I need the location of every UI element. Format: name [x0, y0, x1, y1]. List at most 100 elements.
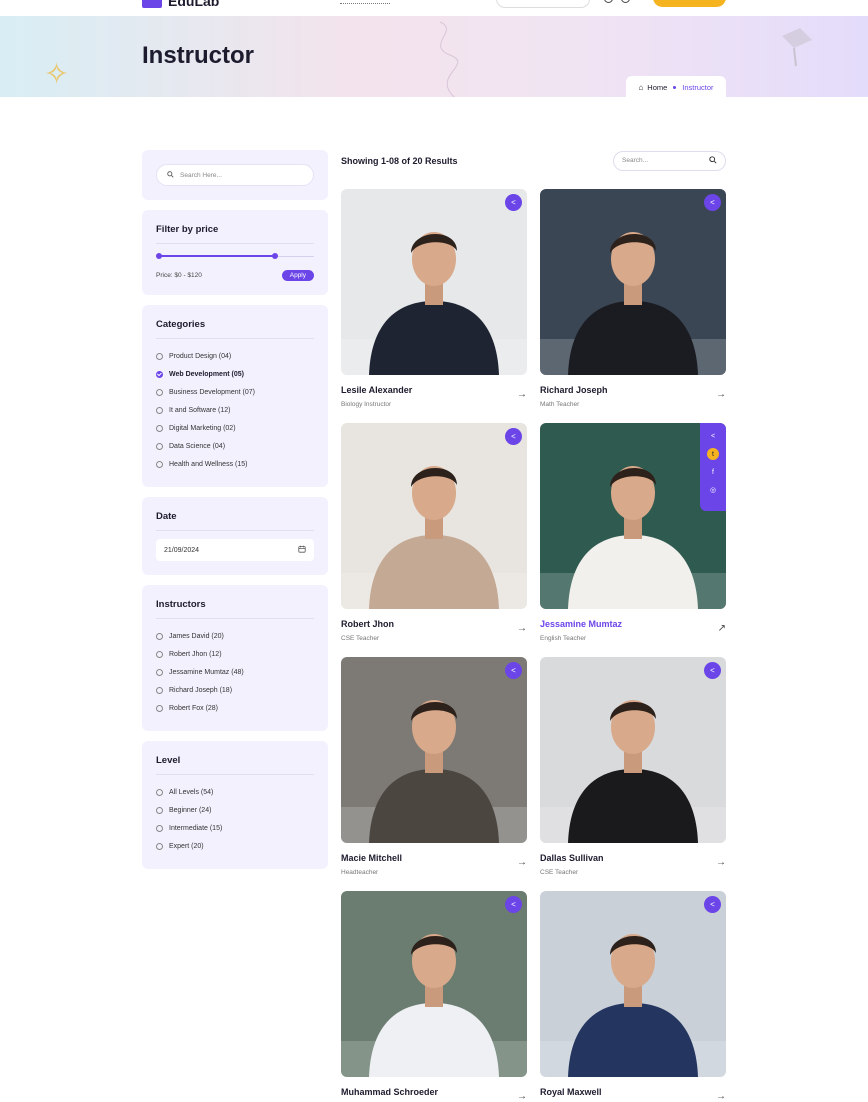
apply-button[interactable]: Apply — [281, 270, 314, 281]
instructor-card[interactable]: < Royal Maxwell → — [540, 891, 726, 1102]
level-title: Level — [156, 755, 314, 775]
instructor-photo[interactable]: < — [341, 189, 527, 375]
category-item[interactable]: It and Software (12) — [156, 401, 314, 419]
top-search-input[interactable] — [496, 0, 590, 8]
instructor-card[interactable]: < t f ◎ Jessamine Mumtaz English Teacher ↗ — [540, 423, 726, 642]
category-item-label: It and Software (12) — [169, 406, 231, 414]
level-item[interactable]: Intermediate (15) — [156, 819, 314, 837]
home-icon: ⌂ — [638, 82, 644, 92]
radio-icon[interactable] — [156, 424, 163, 432]
instructor-photo[interactable]: < — [540, 657, 726, 843]
instructor-photo[interactable]: < — [540, 189, 726, 375]
calendar-icon[interactable] — [298, 545, 306, 555]
instructor-card[interactable]: < Muhammad Schroeder → — [341, 891, 527, 1102]
instructor-filter-item[interactable]: Robert Jhon (12) — [156, 645, 314, 663]
instructor-photo[interactable]: < — [540, 891, 726, 1077]
top-icons — [604, 0, 630, 3]
radio-icon[interactable] — [156, 704, 163, 712]
category-item[interactable]: Business Development (07) — [156, 383, 314, 401]
category-item[interactable]: Web Development (05) — [156, 365, 314, 383]
radio-icon[interactable] — [156, 632, 163, 640]
search-icon[interactable] — [709, 155, 717, 166]
instructor-name[interactable]: Richard Joseph — [540, 385, 608, 395]
instructor-name[interactable]: Lesile Alexander — [341, 385, 412, 395]
wishlist-icon[interactable] — [604, 0, 613, 3]
share-icon[interactable]: < — [704, 662, 721, 679]
instructor-photo[interactable]: < — [341, 423, 527, 609]
instructor-role: Biology Instructor — [341, 401, 392, 408]
radio-icon[interactable] — [156, 824, 163, 832]
radio-icon[interactable] — [156, 406, 163, 414]
arrow-right-icon[interactable]: → — [716, 857, 726, 868]
radio-icon[interactable] — [156, 650, 163, 658]
instructor-name[interactable]: Jessamine Mumtaz — [540, 619, 622, 629]
arrow-up-right-icon[interactable]: ↗ — [718, 623, 726, 634]
instagram-icon[interactable]: ◎ — [707, 484, 719, 496]
results-search-input[interactable]: Search... — [613, 150, 726, 171]
instructor-card[interactable]: < Robert Jhon CSE Teacher → — [341, 423, 527, 642]
instructor-role: Headteacher — [341, 869, 379, 876]
share-icon[interactable]: < — [505, 194, 522, 211]
radio-icon[interactable] — [156, 686, 163, 694]
category-item[interactable]: Product Design (04) — [156, 347, 314, 365]
instructor-card[interactable]: < Lesile Alexander Biology Instructor → — [341, 189, 527, 408]
radio-icon[interactable] — [156, 842, 163, 850]
share-icon[interactable]: < — [505, 896, 522, 913]
slider-max-handle[interactable] — [272, 253, 278, 259]
share-icon[interactable]: < — [707, 430, 719, 442]
arrow-right-icon[interactable]: → — [517, 623, 527, 634]
level-item[interactable]: Beginner (24) — [156, 801, 314, 819]
instructor-card[interactable]: < Macie Mitchell Headteacher → — [341, 657, 527, 876]
instructor-filter-item[interactable]: Jessamine Mumtaz (48) — [156, 663, 314, 681]
radio-icon[interactable] — [156, 806, 163, 814]
instructor-photo[interactable]: < — [341, 891, 527, 1077]
category-item[interactable]: Data Science (04) — [156, 437, 314, 455]
arrow-right-icon[interactable]: → — [517, 389, 527, 400]
instructor-card[interactable]: < Dallas Sullivan CSE Teacher → — [540, 657, 726, 876]
instructor-photo[interactable]: < t f ◎ — [540, 423, 726, 609]
price-slider[interactable] — [156, 252, 314, 262]
level-item[interactable]: All Levels (54) — [156, 783, 314, 801]
radio-icon[interactable] — [156, 460, 163, 468]
arrow-right-icon[interactable]: → — [517, 1091, 527, 1102]
twitter-icon[interactable]: t — [707, 448, 719, 460]
instructor-name[interactable]: Macie Mitchell — [341, 853, 402, 863]
instructor-card[interactable]: < Richard Joseph Math Teacher → — [540, 189, 726, 408]
instructor-photo[interactable]: < — [341, 657, 527, 843]
breadcrumb-home[interactable]: Home — [647, 83, 667, 92]
arrow-right-icon[interactable]: → — [517, 857, 527, 868]
share-icon[interactable]: < — [505, 662, 522, 679]
radio-icon[interactable] — [156, 388, 163, 396]
instructor-filter-item-label: James David (20) — [169, 632, 224, 640]
logo[interactable]: EduLab — [142, 0, 219, 9]
facebook-icon[interactable]: f — [707, 466, 719, 478]
instructor-name[interactable]: Robert Jhon — [341, 619, 394, 629]
category-item[interactable]: Health and Wellness (15) — [156, 455, 314, 473]
instructor-filter-item[interactable]: Robert Fox (28) — [156, 699, 314, 717]
checked-radio-icon[interactable] — [156, 370, 163, 378]
radio-icon[interactable] — [156, 352, 163, 360]
share-icon[interactable]: < — [704, 896, 721, 913]
radio-icon[interactable] — [156, 788, 163, 796]
date-input[interactable]: 21/09/2024 — [156, 539, 314, 561]
share-icon[interactable]: < — [505, 428, 522, 445]
category-item[interactable]: Digital Marketing (02) — [156, 419, 314, 437]
nav-menu[interactable] — [340, 3, 390, 5]
cart-icon[interactable] — [621, 0, 630, 3]
radio-icon[interactable] — [156, 442, 163, 450]
instructor-filter-item-label: Robert Jhon (12) — [169, 650, 222, 658]
level-item[interactable]: Expert (20) — [156, 837, 314, 855]
instructor-name[interactable]: Muhammad Schroeder — [341, 1087, 438, 1097]
results-count: Showing 1-08 of 20 Results — [341, 155, 458, 166]
instructor-filter-item[interactable]: James David (20) — [156, 627, 314, 645]
radio-icon[interactable] — [156, 668, 163, 676]
share-icon[interactable]: < — [704, 194, 721, 211]
slider-min-handle[interactable] — [156, 253, 162, 259]
top-cta-button[interactable] — [653, 0, 726, 7]
instructor-filter-item[interactable]: Richard Joseph (18) — [156, 681, 314, 699]
arrow-right-icon[interactable]: → — [716, 389, 726, 400]
instructor-name[interactable]: Royal Maxwell — [540, 1087, 602, 1097]
instructor-name[interactable]: Dallas Sullivan — [540, 853, 604, 863]
sidebar-search-input[interactable]: Search Here... — [156, 164, 314, 186]
arrow-right-icon[interactable]: → — [716, 1091, 726, 1102]
